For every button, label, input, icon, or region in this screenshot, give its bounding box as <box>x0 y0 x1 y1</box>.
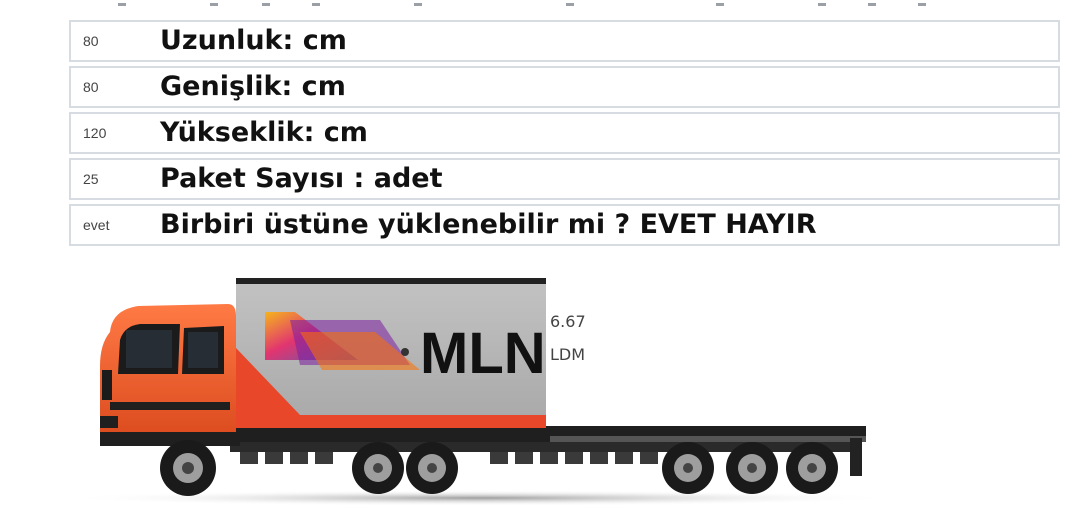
truncated-content-marks <box>118 3 926 6</box>
ldm-result-value: 6.67 <box>550 312 586 331</box>
stackable-input[interactable] <box>71 206 151 244</box>
length-label: Uzunluk: cm <box>160 25 347 56</box>
truck-cab <box>100 304 240 446</box>
truck-logo-text: MLN <box>420 321 546 386</box>
width-input[interactable] <box>71 68 151 106</box>
trailer-wheel-2 <box>726 442 778 494</box>
ldm-result-unit: LDM <box>550 345 586 364</box>
truncated-top-strip <box>0 0 1077 10</box>
package-count-row: Paket Sayısı : adet <box>69 158 1060 200</box>
package-count-input[interactable] <box>71 160 151 198</box>
stackable-label: Birbiri üstüne yüklenebilir mi ? EVET HA… <box>160 209 817 240</box>
length-row: Uzunluk: cm <box>69 20 1060 62</box>
cargo-box: MLN <box>236 278 546 428</box>
truck-illustration: MLN <box>60 270 910 520</box>
front-wheel <box>160 440 216 496</box>
stackable-row: Birbiri üstüne yüklenebilir mi ? EVET HA… <box>69 204 1060 246</box>
height-row: Yükseklik: cm <box>69 112 1060 154</box>
length-input[interactable] <box>71 22 151 60</box>
height-input[interactable] <box>71 114 151 152</box>
width-label: Genişlik: cm <box>160 71 346 102</box>
drive-wheel-2 <box>406 442 458 494</box>
trailer-wheel-3 <box>786 442 838 494</box>
height-label: Yükseklik: cm <box>160 117 368 148</box>
package-count-label: Paket Sayısı : adet <box>160 163 443 194</box>
drive-wheel-1 <box>352 442 404 494</box>
width-row: Genişlik: cm <box>69 66 1060 108</box>
trailer-wheel-1 <box>662 442 714 494</box>
truck-graphic: MLN <box>60 278 900 506</box>
dimension-form: Uzunluk: cm Genişlik: cm Yükseklik: cm P… <box>69 20 1060 250</box>
